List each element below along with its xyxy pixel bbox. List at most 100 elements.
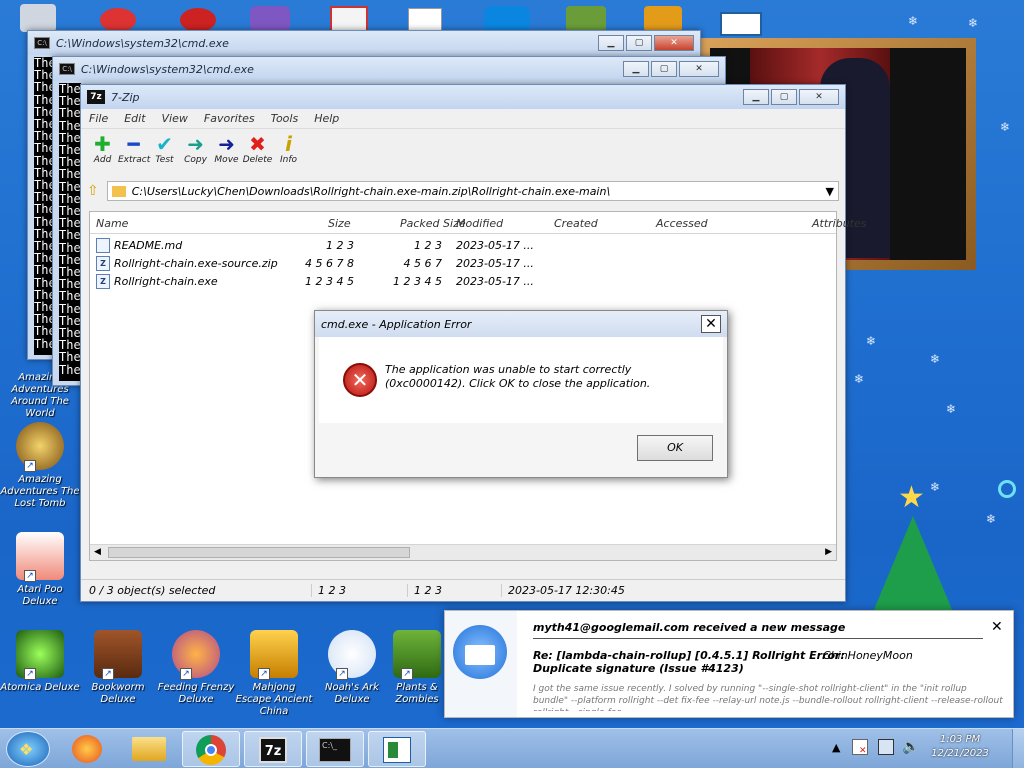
console-line: The bbox=[59, 228, 81, 243]
taskbar: ❖ 7z C:\_ ▲ ✕ 🔈 1:03 PM 12/21/2023 bbox=[0, 728, 1024, 768]
tray-clock[interactable]: 1:03 PM 12/21/2023 bbox=[930, 733, 990, 761]
dialog-titlebar[interactable]: cmd.exe - Application Error ✕ bbox=[315, 311, 727, 337]
close-button[interactable]: ✕ bbox=[654, 35, 694, 51]
tool-label: Extract bbox=[118, 155, 151, 165]
extract-button[interactable]: ━ Extract bbox=[118, 133, 151, 179]
desktop-icon-plants-zombies[interactable]: ↗ Plants & Zombies bbox=[390, 630, 444, 706]
desktop-icon-mahjong-escape[interactable]: ↗ Mahjong Escape Ancient China bbox=[234, 630, 314, 718]
desktop-app-icon[interactable] bbox=[100, 8, 136, 32]
desktop-icon-feeding-frenzy[interactable]: ↗ Feeding Frenzy Deluxe bbox=[156, 630, 236, 706]
desktop-icon-amazing-adventures-lost-tomb[interactable]: ↗ Amazing Adventures The Lost Tomb bbox=[0, 422, 80, 510]
address-input[interactable]: C:\Users\Lucky\Chen\Downloads\Rollright-… bbox=[106, 181, 839, 201]
minimize-button[interactable]: ▁ bbox=[623, 61, 649, 77]
cmd-front-titlebar[interactable]: C:\ C:\Windows\system32\cmd.exe ▁ ▢ ✕ bbox=[53, 57, 725, 81]
start-orb-button[interactable]: ❖ bbox=[6, 731, 50, 767]
mail-notification[interactable]: myth41@googlemail.com received a new mes… bbox=[444, 610, 1014, 718]
cmd-front-console[interactable]: The The The The The The The The The The … bbox=[59, 83, 81, 381]
column-accessed[interactable]: Accessed bbox=[656, 217, 708, 230]
table-row[interactable]: Z Rollright-chain.exe-source.zip 4 5 6 7… bbox=[90, 254, 836, 272]
column-attributes[interactable]: Attributes bbox=[812, 217, 867, 230]
minimize-button[interactable]: ▁ bbox=[598, 35, 624, 51]
desktop-icon-label: Noah's Ark Deluxe bbox=[325, 682, 379, 705]
taskbar-reader[interactable] bbox=[368, 731, 426, 767]
desktop-app-icon[interactable] bbox=[566, 6, 606, 32]
column-created[interactable]: Created bbox=[554, 217, 598, 230]
desktop-app-icon[interactable] bbox=[250, 6, 290, 32]
taskbar-cmd[interactable]: C:\_ bbox=[306, 731, 364, 767]
add-button[interactable]: ✚ Add bbox=[87, 133, 118, 179]
close-button[interactable]: ✕ bbox=[799, 89, 839, 105]
chevron-down-icon[interactable]: ▼ bbox=[826, 185, 834, 198]
dialog-title: cmd.exe - Application Error bbox=[321, 317, 472, 331]
action-center-flag-icon[interactable]: ✕ bbox=[852, 739, 868, 756]
notification-close-button[interactable]: ✕ bbox=[991, 619, 1003, 635]
up-folder-icon[interactable]: ⇧ bbox=[87, 183, 99, 199]
sevenzip-titlebar[interactable]: 7z 7-Zip ▁ ▢ ✕ bbox=[81, 85, 845, 109]
menu-view[interactable]: View bbox=[162, 112, 188, 125]
status-packed: 1 2 3 bbox=[407, 584, 442, 597]
taskbar-firefox[interactable] bbox=[58, 731, 116, 767]
atari-icon: ↗ bbox=[16, 532, 64, 582]
minimize-button[interactable]: ▁ bbox=[743, 89, 769, 105]
menu-file[interactable]: File bbox=[89, 112, 108, 125]
column-size[interactable]: Size bbox=[328, 217, 351, 230]
show-desktop-button[interactable] bbox=[1012, 729, 1024, 768]
ok-button[interactable]: OK bbox=[637, 435, 713, 461]
address-bar: ⇧ C:\Users\Lucky\Chen\Downloads\Rollrigh… bbox=[81, 179, 845, 203]
desktop-app-icon[interactable] bbox=[180, 8, 216, 32]
desktop-app-icon[interactable] bbox=[330, 6, 368, 32]
maximize-button[interactable]: ▢ bbox=[626, 35, 652, 51]
test-button[interactable]: ✔ Test bbox=[149, 133, 180, 179]
desktop-icon-atari-poo[interactable]: ↗ Atari Poo Deluxe bbox=[0, 532, 80, 608]
dialog-close-button[interactable]: ✕ bbox=[701, 315, 721, 333]
status-size: 1 2 3 bbox=[311, 584, 346, 597]
desktop-icon-label: Bookworm Deluxe bbox=[91, 682, 145, 705]
copy-button[interactable]: ➜ Copy bbox=[180, 133, 211, 179]
copy-arrow-icon: ➜ bbox=[187, 132, 204, 156]
error-icon: ✕ bbox=[343, 363, 377, 397]
desktop-app-icon[interactable] bbox=[644, 6, 682, 32]
recycle-bin-icon[interactable] bbox=[20, 4, 56, 32]
network-icon[interactable] bbox=[878, 739, 894, 755]
maximize-button[interactable]: ▢ bbox=[771, 89, 797, 105]
scroll-right-icon[interactable]: ▶ bbox=[825, 547, 832, 557]
desktop-icon-bookworm[interactable]: ↗ Bookworm Deluxe bbox=[78, 630, 158, 706]
scroll-left-icon[interactable]: ◀ bbox=[94, 547, 101, 557]
chrome-icon bbox=[196, 735, 226, 765]
file-modified: 2023-05-17 ... bbox=[456, 256, 534, 270]
desktop-icon-label: Atomica Deluxe bbox=[0, 682, 80, 693]
table-row[interactable]: Z Rollright-chain.exe 1 2 3 4 5 1 2 3 4 … bbox=[90, 272, 836, 290]
close-button[interactable]: ✕ bbox=[679, 61, 719, 77]
menu-edit[interactable]: Edit bbox=[124, 112, 145, 125]
desktop-icon-noahs-ark[interactable]: ↗ Noah's Ark Deluxe bbox=[312, 630, 392, 706]
move-button[interactable]: ➜ Move bbox=[211, 133, 242, 179]
menu-help[interactable]: Help bbox=[314, 112, 339, 125]
snowflake-icon: ❄ bbox=[946, 402, 957, 416]
console-line: The bbox=[34, 92, 54, 107]
menu-tools[interactable]: Tools bbox=[271, 112, 299, 125]
skype-icon[interactable] bbox=[484, 6, 530, 32]
error-dialog[interactable]: cmd.exe - Application Error ✕ ✕ The appl… bbox=[314, 310, 728, 478]
tray-expand-icon[interactable]: ▲ bbox=[832, 741, 840, 754]
desktop-icon-atomica[interactable]: ↗ Atomica Deluxe bbox=[0, 630, 80, 694]
column-modified[interactable]: Modified bbox=[456, 217, 503, 230]
dialog-body: ✕ The application was unable to start co… bbox=[319, 337, 723, 423]
taskbar-chrome[interactable] bbox=[182, 731, 240, 767]
cmd-back-titlebar[interactable]: C:\ C:\Windows\system32\cmd.exe ▁ ▢ ✕ bbox=[28, 31, 700, 55]
delete-button[interactable]: ✖ Delete bbox=[242, 133, 273, 179]
firefox-icon bbox=[72, 735, 102, 763]
scrollbar-thumb[interactable] bbox=[108, 547, 410, 558]
desktop-app-icon[interactable] bbox=[720, 12, 762, 36]
table-row[interactable]: README.md 1 2 3 1 2 3 2023-05-17 ... bbox=[90, 236, 836, 254]
taskbar-7zip[interactable]: 7z bbox=[244, 731, 302, 767]
status-bar: 0 / 3 object(s) selected 1 2 3 1 2 3 202… bbox=[81, 579, 845, 601]
notification-author: ChinHoneyMoon bbox=[823, 649, 913, 662]
cmd-back-console[interactable]: The The The The The The The The The The … bbox=[34, 57, 54, 355]
menu-favorites[interactable]: Favorites bbox=[204, 112, 255, 125]
info-button[interactable]: i Info bbox=[273, 133, 304, 179]
volume-icon[interactable]: 🔈 bbox=[902, 739, 919, 755]
maximize-button[interactable]: ▢ bbox=[651, 61, 677, 77]
taskbar-file-explorer[interactable] bbox=[120, 731, 178, 767]
horizontal-scrollbar[interactable]: ◀ ▶ bbox=[90, 544, 836, 560]
column-name[interactable]: Name bbox=[96, 217, 128, 230]
